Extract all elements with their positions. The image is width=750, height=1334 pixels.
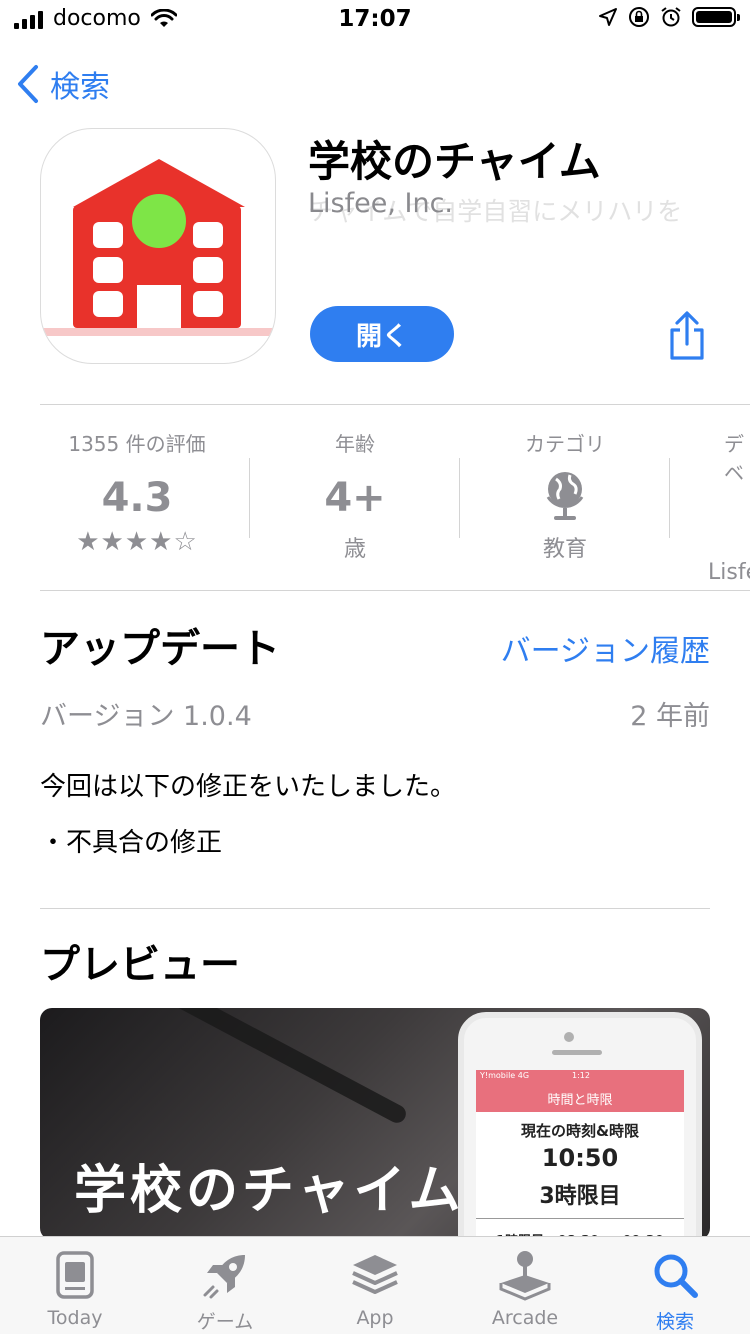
tab-label: Arcade	[491, 1307, 559, 1329]
phone-header: 時間と時限	[476, 1084, 684, 1112]
rating-value: 4.3	[101, 475, 173, 521]
category-info[interactable]: カテゴリ 教育	[460, 428, 670, 563]
phone-label: 現在の時刻&時限	[520, 1122, 640, 1140]
phone-speaker	[552, 1050, 602, 1055]
release-note: 今回は以下の修正をいたしました。	[40, 772, 457, 802]
rotation-lock-icon	[629, 7, 649, 27]
open-button[interactable]: 開く	[310, 306, 454, 362]
category-heading: カテゴリ	[525, 432, 605, 456]
tab-label: 検索	[655, 1311, 694, 1333]
age-info[interactable]: 年齢 4+ 歳	[250, 428, 460, 563]
developer-heading: デベ	[724, 432, 744, 485]
phone-camera	[564, 1032, 574, 1042]
version-history-link[interactable]: バージョン履歴	[501, 626, 710, 670]
developer-info[interactable]: デベ Lisfe	[670, 428, 750, 585]
phone-carrier: Y!mobile 4G	[480, 1071, 530, 1080]
preview-title: プレビュー	[40, 942, 240, 988]
ratings-count: 1355 件の評価	[68, 432, 206, 456]
app-stack-icon	[352, 1255, 398, 1294]
phone-time: 1:12	[572, 1071, 590, 1080]
age-value: 4+	[324, 475, 386, 521]
pen-shape	[170, 1008, 410, 1126]
chevron-left-icon	[18, 65, 38, 103]
age-heading: 年齢	[335, 432, 375, 456]
today-icon	[56, 1251, 94, 1299]
tab-label: Today	[47, 1307, 103, 1329]
back-label: 検索	[50, 70, 110, 105]
update-age: 2 年前	[630, 701, 710, 732]
tab-apps[interactable]: App	[300, 1247, 450, 1329]
tab-today[interactable]: Today	[0, 1247, 150, 1329]
release-note: ・不具合の修正	[40, 828, 223, 858]
phone-status-bar: Y!mobile 4G 1:12	[476, 1070, 684, 1084]
tab-bar: Today ゲーム App Arcade 検索	[0, 1236, 750, 1334]
preview-overlay-text: 学校のチャイム	[74, 1161, 465, 1221]
divider	[40, 590, 750, 591]
version-label: バージョン 1.0.4	[40, 701, 252, 732]
divider	[40, 908, 710, 909]
age-unit: 歳	[343, 537, 366, 562]
phone-clock: 10:50	[541, 1144, 619, 1172]
search-icon	[654, 1254, 698, 1298]
school-building-icon	[41, 159, 275, 336]
location-icon	[599, 8, 617, 26]
phone-period: 3時限目	[539, 1184, 621, 1209]
share-button[interactable]	[664, 310, 710, 362]
joystick-icon	[499, 1251, 551, 1301]
tab-label: App	[356, 1307, 394, 1329]
app-icon	[40, 128, 276, 364]
tab-search[interactable]: 検索	[600, 1247, 750, 1334]
battery-icon	[692, 7, 740, 27]
status-bar: docomo 17:07	[0, 0, 750, 40]
alarm-icon	[661, 7, 681, 27]
rating-stars: ★★★★☆	[76, 527, 198, 557]
category-value: 教育	[542, 537, 587, 562]
ratings-info[interactable]: 1355 件の評価 4.3 ★★★★☆	[32, 428, 242, 557]
phone-mockup: Y!mobile 4G 1:12 時間と時限 現在の時刻&時限 10:50 3時…	[458, 1012, 702, 1240]
rocket-icon	[203, 1255, 245, 1299]
divider	[40, 404, 750, 405]
developer-value: Lisfe	[708, 560, 750, 585]
phone-divider	[476, 1218, 684, 1219]
phone-screen: Y!mobile 4G 1:12 時間と時限 現在の時刻&時限 10:50 3時…	[476, 1070, 684, 1240]
app-title: 学校のチャイム	[308, 137, 601, 186]
status-right	[598, 6, 740, 28]
tab-arcade[interactable]: Arcade	[450, 1247, 600, 1329]
tab-games[interactable]: ゲーム	[150, 1247, 300, 1334]
tab-label: ゲーム	[196, 1311, 254, 1333]
developer-link[interactable]: Lisfee, Inc.	[308, 188, 453, 219]
share-icon	[670, 311, 704, 360]
update-title: アップデート	[40, 626, 280, 672]
globe-icon	[546, 472, 584, 520]
preview-screenshot[interactable]: 学校のチャイム Y!mobile 4G 1:12 時間と時限 現在の時刻&時限 …	[40, 1008, 710, 1240]
back-button[interactable]: 検索	[16, 62, 110, 106]
